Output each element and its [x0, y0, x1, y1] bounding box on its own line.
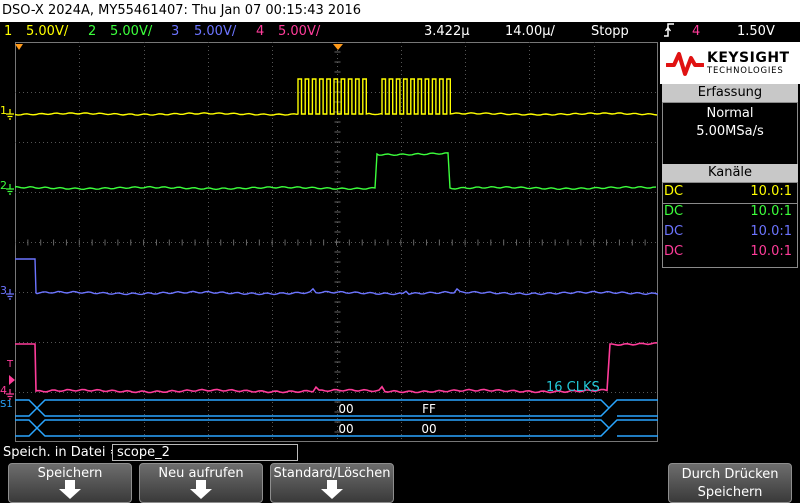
trigger-source[interactable]: 4 — [692, 22, 700, 42]
sample-rate: 5.00MSa/s — [696, 124, 764, 139]
acquisition-mode: Normal — [706, 106, 754, 121]
softkey-press-to-save[interactable]: Durch Drücken Speichern — [668, 463, 792, 503]
ch1-scale[interactable]: 5.00V/ — [26, 22, 68, 42]
waveform-display[interactable]: 16 CLKS 00 FF 00 00 — [15, 42, 658, 442]
ch1-ground-marker[interactable]: 1 — [0, 104, 15, 121]
run-state: Stopp — [591, 24, 629, 39]
ch3-waveform — [15, 258, 658, 296]
side-panel: KEYSIGHT TECHNOLOGIES Erfassung Normal 5… — [660, 42, 800, 442]
channel-row-1: DC 10.0:1 — [664, 184, 792, 199]
bus1-value-2: FF — [422, 402, 436, 416]
ch3-number[interactable]: 3 — [171, 22, 179, 42]
ch4-scale[interactable]: 5.00V/ — [278, 22, 320, 42]
keysight-wave-icon — [666, 52, 704, 76]
down-arrow-icon — [321, 480, 343, 499]
channel-row-3: DC 10.0:1 — [664, 224, 792, 239]
trigger-offscreen-marker — [15, 44, 23, 50]
timebase-scale[interactable]: 14.00µ/ — [505, 22, 555, 42]
status-bar: 1 5.00V/ 2 5.00V/ 3 5.00V/ 4 5.00V/ 3.42… — [0, 22, 800, 42]
channel-row-2: DC 10.0:1 — [664, 204, 792, 219]
ch1-number[interactable]: 1 — [4, 22, 12, 42]
save-file-label: Speich. in Datei = — [3, 445, 121, 460]
trigger-level[interactable]: 1.50V — [737, 22, 775, 42]
acquisition-header: Erfassung — [662, 84, 798, 102]
softkey-recall[interactable]: Neu aufrufen — [139, 463, 263, 503]
softkey-save[interactable]: Speichern — [8, 463, 132, 503]
ch4-number[interactable]: 4 — [256, 22, 264, 42]
window-title: DSO-X 2024A, MY55461407: Thu Jan 07 00:1… — [0, 0, 800, 22]
ch2-waveform — [15, 152, 657, 191]
bus2-value-1: 00 — [338, 422, 353, 436]
keysight-logo: KEYSIGHT TECHNOLOGIES — [660, 42, 800, 84]
decode-annotation: 16 CLKS — [546, 380, 600, 395]
down-arrow-icon — [190, 480, 212, 499]
ch1-waveform — [15, 78, 658, 116]
ch3-scale[interactable]: 5.00V/ — [194, 22, 236, 42]
trigger-position-marker[interactable] — [333, 44, 343, 50]
ch2-scale[interactable]: 5.00V/ — [110, 22, 152, 42]
trigger-delay[interactable]: 3.422µ — [424, 22, 470, 42]
bus1-value-1: 00 — [338, 402, 353, 416]
serial-bus-marker[interactable]: S1 — [0, 399, 15, 413]
ch2-ground-marker[interactable]: 2 — [0, 179, 15, 196]
channels-header: Kanäle — [662, 164, 798, 182]
ch3-ground-marker[interactable]: 3 — [0, 284, 15, 301]
bus2-value-2: 00 — [421, 422, 436, 436]
channel-row-4: DC 10.0:1 — [664, 244, 792, 259]
save-file-name-input[interactable] — [112, 444, 298, 461]
softkey-default-erase[interactable]: Standard/Löschen — [270, 463, 394, 503]
ch2-number[interactable]: 2 — [88, 22, 96, 42]
down-arrow-icon — [59, 480, 81, 499]
